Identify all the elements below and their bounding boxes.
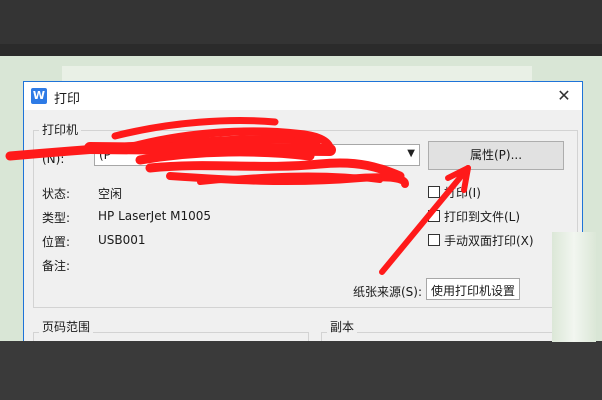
print-to-file-label: 打印到文件(L) [444, 210, 521, 224]
comment-label: 备注: [42, 259, 71, 273]
printer-group-label: 打印机 [39, 121, 82, 138]
status-value: 空闲 [98, 187, 123, 201]
printer-name-value: (P [99, 148, 111, 162]
copies-label: 副本 [327, 318, 358, 335]
status-label: 状态: [42, 187, 71, 201]
dialog-titlebar: W 打印 ✕ [24, 82, 582, 110]
paper-source-select[interactable]: 使用打印机设置 [426, 278, 520, 300]
reverse-print-label: 打印(I) [444, 186, 481, 200]
close-button[interactable]: ✕ [552, 85, 576, 107]
manual-duplex-checkbox[interactable] [428, 234, 440, 246]
manual-duplex-label: 手动双面打印(X) [444, 234, 534, 248]
properties-button[interactable]: 属性(P)... [428, 141, 564, 170]
wps-app-icon: W [31, 88, 47, 104]
paper-source-label: 纸张来源(S): [353, 285, 423, 299]
type-value: HP LaserJet M1005 [98, 209, 212, 223]
background-blur-patch [552, 232, 596, 342]
location-label: 位置: [42, 235, 71, 249]
type-label: 类型: [42, 211, 71, 225]
dialog-title: 打印 [54, 92, 81, 107]
print-dialog: W 打印 ✕ 打印机 (N): (P ▼ 属性(P)... 状态: 空闲 类型:… [23, 81, 583, 352]
printer-name-select[interactable]: (P ▼ [94, 144, 420, 166]
background-top-strip [0, 44, 602, 56]
reverse-print-checkbox[interactable] [428, 186, 440, 198]
close-icon: ✕ [557, 86, 571, 105]
page-range-label: 页码范围 [39, 318, 94, 335]
chevron-down-icon: ▼ [407, 148, 415, 159]
location-value: USB001 [98, 233, 146, 247]
background-bottom-band [0, 341, 602, 400]
printer-name-label: (N): [42, 152, 65, 166]
print-to-file-checkbox[interactable] [428, 210, 440, 222]
